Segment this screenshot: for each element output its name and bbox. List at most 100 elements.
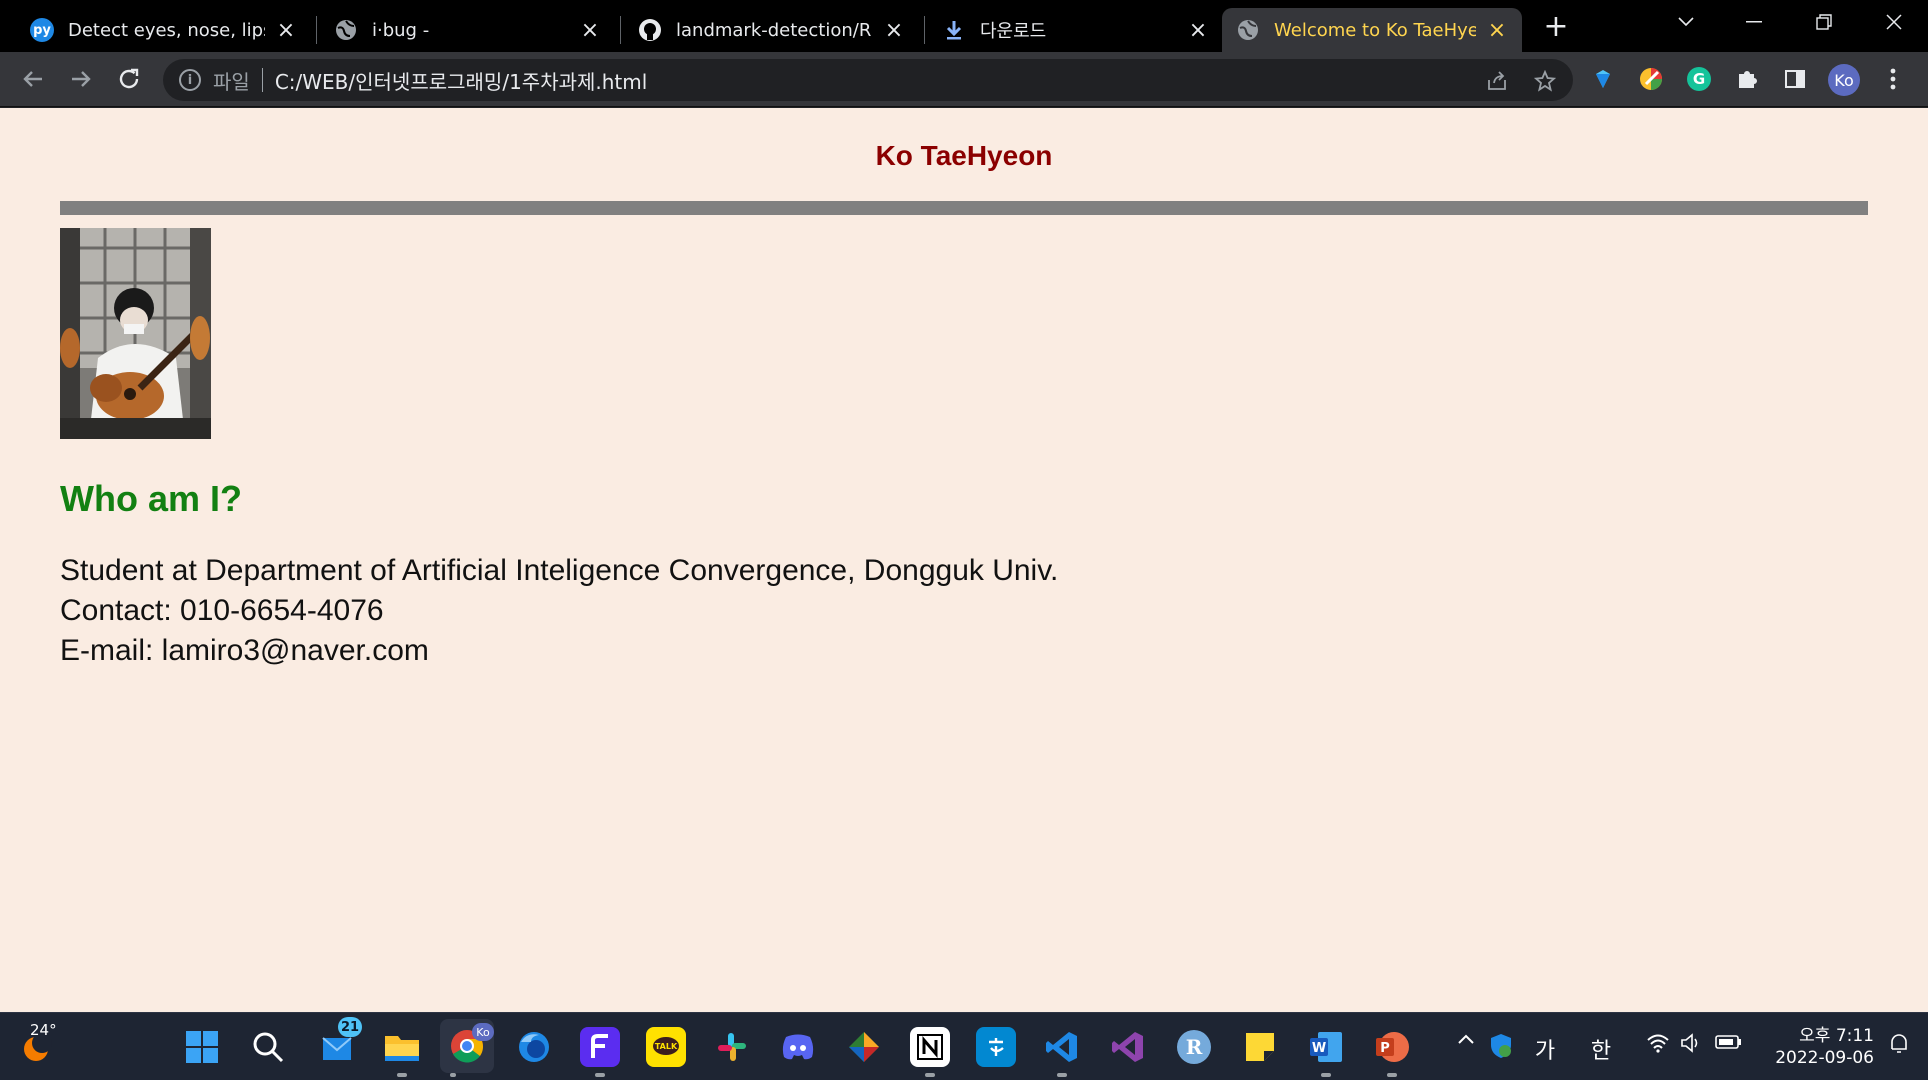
svg-text:P: P [1380, 1041, 1390, 1056]
firefox-icon[interactable] [514, 1027, 554, 1067]
bio-block: Student at Department of Artificial Inte… [60, 551, 1058, 671]
notification-icon[interactable] [1884, 1033, 1914, 1055]
close-tab-icon[interactable]: × [1486, 18, 1508, 43]
start-windows-icon[interactable] [182, 1027, 222, 1067]
flow-app-icon[interactable] [580, 1027, 620, 1067]
new-tab-button[interactable]: + [1540, 9, 1572, 44]
clock-date: 2022-09-06 [1775, 1048, 1874, 1068]
running-indicator [450, 1073, 456, 1077]
github-icon [638, 18, 662, 42]
side-panel-icon[interactable] [1780, 64, 1810, 94]
running-indicator [1057, 1073, 1067, 1077]
browser-toolbar: i 파일 C:/WEB/인터넷프로그래밍/1주차과제.html G Ko [0, 52, 1928, 107]
tab-divider [620, 16, 621, 44]
close-tab-icon[interactable]: × [579, 18, 601, 43]
globe-icon [1236, 18, 1260, 42]
tab-pyimagesearch[interactable]: py Detect eyes, nose, lips, and jaw × [16, 8, 311, 52]
page-title: Ko TaeHyeon [875, 140, 1053, 171]
tab-strip: py Detect eyes, nose, lips, and jaw × i·… [0, 0, 1928, 52]
extensions-puzzle-icon[interactable] [1732, 64, 1762, 94]
pyimagesearch-icon: py [30, 18, 54, 42]
kakaotalk-icon[interactable]: TALK [646, 1027, 686, 1067]
vscode-icon[interactable] [1042, 1027, 1082, 1067]
grammarly-icon[interactable]: G [1684, 64, 1714, 94]
tab-welcome-active[interactable]: Welcome to Ko TaeHyeon × [1222, 8, 1522, 52]
discord-icon[interactable] [778, 1027, 818, 1067]
svg-text:TALK: TALK [655, 1042, 678, 1051]
clock-time: 오후 7:11 [1799, 1026, 1874, 1046]
share-icon[interactable] [1483, 67, 1511, 95]
profile-photo [60, 228, 211, 439]
horizontal-rule [60, 201, 1868, 215]
bookmark-star-icon[interactable] [1531, 67, 1559, 95]
bio-line-department: Student at Department of Artificial Inte… [60, 554, 1059, 587]
svg-text:R: R [1186, 1035, 1203, 1059]
volume-icon[interactable] [1678, 1033, 1706, 1053]
search-icon[interactable] [248, 1027, 288, 1067]
tab-github[interactable]: landmark-detection/README.md × [624, 8, 919, 52]
notion-icon[interactable] [910, 1027, 950, 1067]
close-window-button[interactable] [1866, 0, 1922, 44]
file-scheme-label: 파일 [213, 69, 250, 94]
page-viewport: Ko TaeHyeon Who am I? Student at Departm… [0, 108, 1928, 1012]
who-am-i-heading: Who am I? [60, 478, 242, 519]
running-indicator [1321, 1073, 1331, 1077]
sourcetree-diamond-icon[interactable] [844, 1027, 884, 1067]
tab-search-chevron-icon[interactable] [1658, 0, 1714, 44]
translator-icon[interactable] [976, 1027, 1016, 1067]
gem-extension-icon[interactable] [1588, 64, 1618, 94]
ime-ga-indicator[interactable]: 가 [1530, 1033, 1560, 1065]
running-indicator [1387, 1073, 1397, 1077]
restore-button[interactable] [1796, 0, 1852, 44]
rstudio-icon[interactable]: R [1174, 1027, 1214, 1067]
back-button[interactable] [16, 62, 50, 96]
system-clock[interactable]: 오후 7:11 2022-09-06 [1764, 1025, 1874, 1069]
tab-title: i·bug - [372, 19, 430, 41]
slack-icon[interactable] [712, 1027, 752, 1067]
info-icon[interactable]: i [179, 69, 201, 91]
bio-line-contact: Contact: 010-6654-4076 [60, 594, 384, 627]
bio-line-email: E-mail: lamiro3@naver.com [60, 634, 429, 667]
color-picker-extension-icon[interactable] [1636, 64, 1666, 94]
tray-overflow-chevron-icon[interactable] [1452, 1033, 1480, 1045]
ime-han-indicator[interactable]: 한 [1586, 1033, 1616, 1065]
powerpoint-icon[interactable]: P [1372, 1027, 1412, 1067]
minimize-button[interactable] [1726, 0, 1782, 44]
forward-button[interactable] [64, 62, 98, 96]
visual-studio-icon[interactable] [1108, 1027, 1148, 1067]
file-explorer-icon[interactable] [382, 1027, 422, 1067]
running-indicator [595, 1073, 605, 1077]
svg-text:G: G [1693, 70, 1705, 88]
defender-shield-icon[interactable] [1486, 1033, 1516, 1059]
url-text[interactable]: C:/WEB/인터넷프로그래밍/1주차과제.html [275, 66, 648, 95]
sticky-notes-icon[interactable] [1240, 1027, 1280, 1067]
menu-kebab-icon[interactable] [1878, 64, 1908, 94]
wifi-icon[interactable] [1644, 1033, 1672, 1053]
close-tab-icon[interactable]: × [275, 18, 297, 43]
tab-title: Welcome to Ko TaeHyeon [1274, 19, 1476, 41]
windows-taskbar: 24° 21 Ko TALK R W P 가 한 오후 7:11 2022-09… [0, 1012, 1928, 1080]
tab-title: landmark-detection/README.md [676, 19, 873, 41]
running-indicator [397, 1073, 407, 1077]
chrome-profile-badge: Ko [472, 1023, 494, 1041]
close-tab-icon[interactable]: × [1187, 18, 1209, 43]
tab-downloads[interactable]: 다운로드 × [928, 8, 1223, 52]
globe-icon [334, 18, 358, 42]
mail-badge: 21 [338, 1017, 362, 1037]
tab-divider [924, 16, 925, 44]
close-tab-icon[interactable]: × [883, 18, 905, 43]
omnibox-divider [261, 68, 263, 92]
battery-icon[interactable] [1714, 1033, 1744, 1051]
download-icon [942, 18, 966, 42]
weather-temp: 24° [30, 1021, 57, 1039]
profile-avatar[interactable]: Ko [1828, 64, 1860, 96]
address-bar[interactable]: i 파일 C:/WEB/인터넷프로그래밍/1주차과제.html [163, 59, 1573, 101]
running-indicator [925, 1073, 935, 1077]
tab-title: Detect eyes, nose, lips, and jaw [68, 19, 265, 41]
tab-divider [316, 16, 317, 44]
tab-ibug[interactable]: i·bug - × [320, 8, 615, 52]
word-icon[interactable]: W [1306, 1027, 1346, 1067]
reload-button[interactable] [112, 62, 146, 96]
tab-title: 다운로드 [980, 21, 1047, 42]
svg-text:W: W [1312, 1041, 1326, 1056]
